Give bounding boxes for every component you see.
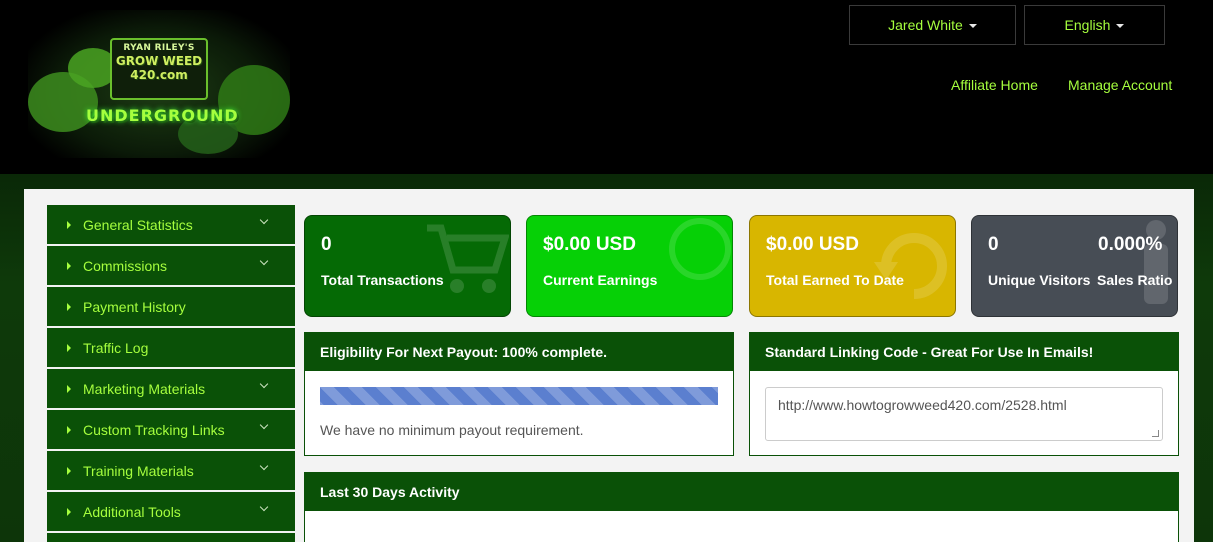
stat-card-total-earned: $0.00 USD Total Earned To Date [749, 215, 956, 317]
logo-line2: GROW WEED [115, 54, 203, 68]
sidebar-item-marketing-materials[interactable]: Marketing Materials [47, 369, 295, 408]
sidebar-item-training-materials[interactable]: Training Materials [47, 451, 295, 490]
stat-value: 0 [988, 234, 999, 255]
sidebar-item-label: Training Materials [83, 462, 194, 479]
stat-value-sales-ratio: 0.000% [1098, 234, 1163, 255]
logo-line1: RYAN RILEY'S [123, 43, 195, 53]
sidebar-item-general-statistics[interactable]: General Statistics [47, 205, 295, 244]
stat-label: Current Earnings [543, 272, 658, 288]
stat-label: Unique Visitors [988, 272, 1091, 288]
chevron-down-icon [259, 256, 269, 266]
user-menu-button[interactable]: Jared White [849, 5, 1016, 45]
sidebar-item-label: Marketing Materials [83, 380, 206, 397]
chevron-down-icon [259, 502, 269, 512]
caret-right-icon [67, 302, 71, 311]
sidebar-item-custom-tracking-links[interactable]: Custom Tracking Links [47, 410, 295, 449]
eligibility-title: Eligibility For Next Payout: 100% comple… [305, 333, 733, 371]
logo-line3: 420.com [130, 68, 188, 82]
language-menu-button[interactable]: English [1024, 5, 1165, 45]
linking-code-textarea[interactable]: http://www.howtogrowweed420.com/2528.htm… [765, 387, 1163, 441]
logo-badge: RYAN RILEY'S GROW WEED 420.com [110, 38, 208, 100]
sidebar-item-label: General Statistics [83, 216, 193, 233]
sidebar-item-label: Custom Tracking Links [83, 421, 225, 438]
caret-right-icon [67, 466, 71, 475]
chevron-down-icon [259, 379, 269, 389]
caret-right-icon [67, 384, 71, 393]
caret-right-icon [67, 425, 71, 434]
caret-right-icon [67, 343, 71, 352]
sidebar-item-commissions[interactable]: Commissions [47, 246, 295, 285]
chevron-down-icon [259, 420, 269, 430]
sidebar: General Statistics Commissions Payment H… [47, 205, 295, 542]
sidebar-item-label: Payment History [83, 298, 186, 315]
resize-grip-icon[interactable] [1152, 430, 1159, 437]
stat-value: $0.00 USD [543, 234, 636, 255]
payout-progress-bar [320, 387, 718, 405]
sidebar-item-label: Additional Tools [83, 503, 181, 520]
linking-code-value: http://www.howtogrowweed420.com/2528.htm… [778, 397, 1067, 413]
caret-right-icon [67, 220, 71, 229]
chevron-down-icon [259, 461, 269, 471]
refresh-icon [874, 233, 947, 299]
stat-value: 0 [321, 234, 332, 255]
chevron-down-icon [259, 215, 269, 225]
caret-right-icon [67, 507, 71, 516]
stat-value: $0.00 USD [766, 234, 859, 255]
user-icon [1144, 220, 1168, 304]
stat-card-transactions: 0 Total Transactions [304, 215, 511, 317]
stat-label-sales-ratio: Sales Ratio [1097, 272, 1173, 288]
eligibility-panel: Eligibility For Next Payout: 100% comple… [304, 332, 734, 456]
caret-right-icon [67, 261, 71, 270]
sidebar-item-label: Traffic Log [83, 339, 149, 356]
user-menu-label: Jared White [888, 17, 963, 33]
linking-code-title: Standard Linking Code - Great For Use In… [750, 333, 1178, 371]
stat-card-current-earnings: $0.00 USD Current Earnings [526, 215, 733, 317]
site-logo[interactable]: RYAN RILEY'S GROW WEED 420.com UNDERGROU… [28, 10, 290, 158]
stat-label: Total Earned To Date [766, 272, 904, 288]
payout-note: We have no minimum payout requirement. [320, 422, 584, 438]
activity-title: Last 30 Days Activity [305, 473, 1178, 511]
language-menu-label: English [1064, 17, 1111, 33]
sidebar-item-payment-history[interactable]: Payment History [47, 287, 295, 326]
stat-card-visitors: 0 Unique Visitors 0.000% Sales Ratio [971, 215, 1178, 317]
affiliate-home-link[interactable]: Affiliate Home [951, 77, 1038, 93]
header: RYAN RILEY'S GROW WEED 420.com UNDERGROU… [0, 0, 1213, 174]
sidebar-divider [47, 531, 295, 533]
caret-down-icon [1116, 24, 1125, 28]
logo-line4: UNDERGROUND [86, 106, 239, 125]
stat-label: Total Transactions [321, 272, 444, 288]
manage-account-link[interactable]: Manage Account [1068, 77, 1172, 93]
activity-panel: Last 30 Days Activity [304, 472, 1179, 542]
linking-code-panel: Standard Linking Code - Great For Use In… [749, 332, 1179, 456]
sidebar-item-additional-tools[interactable]: Additional Tools [47, 492, 295, 531]
caret-down-icon [968, 24, 977, 28]
sidebar-item-label: Commissions [83, 257, 168, 274]
sidebar-item-traffic-log[interactable]: Traffic Log [47, 328, 295, 367]
dollar-icon [669, 218, 731, 280]
